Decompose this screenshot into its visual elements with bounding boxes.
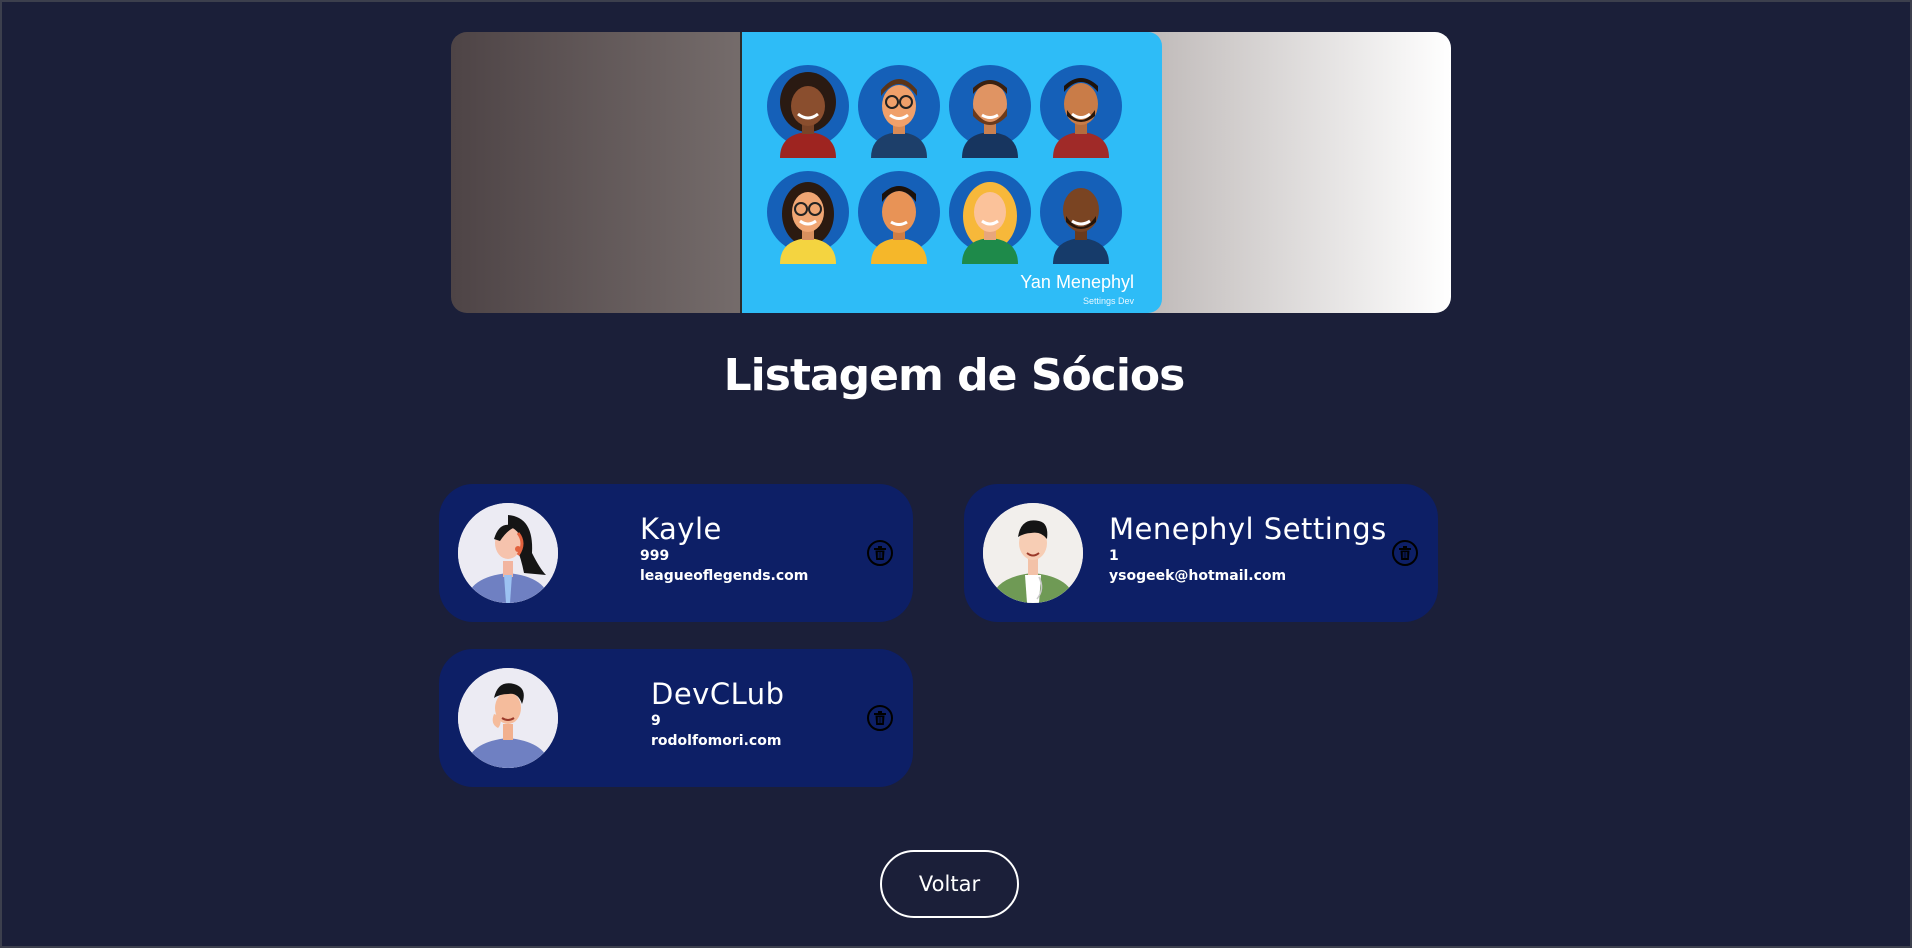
member-info: Menephyl Settings 1 ysogeek@hotmail.com <box>1109 512 1387 586</box>
banner-author-subtitle: Settings Dev <box>1082 296 1134 306</box>
delete-button[interactable] <box>867 705 893 731</box>
trash-icon <box>874 711 886 725</box>
member-info: DevCLub 9 rodolfomori.com <box>651 677 785 751</box>
avatar <box>458 668 558 768</box>
member-email: rodolfomori.com <box>651 733 782 749</box>
member-name: DevCLub <box>651 677 785 711</box>
page-title: Listagem de Sócios <box>723 350 1186 401</box>
member-card: Kayle 999 leagueoflegends.com <box>439 484 913 622</box>
member-number: 1 <box>1109 548 1119 564</box>
member-card: Menephyl Settings 1 ysogeek@hotmail.com <box>964 484 1438 622</box>
banner-avatar-woman-curly <box>766 64 850 158</box>
avatar <box>983 503 1083 603</box>
avatar <box>458 503 558 603</box>
member-card: DevCLub 9 rodolfomori.com <box>439 649 913 787</box>
page-frame: Yan Menephyl Settings Dev Listagem de Só… <box>0 0 1912 948</box>
banner-avatar-grid <box>766 64 1123 266</box>
member-number: 9 <box>651 713 661 729</box>
banner-avatar-man-beard <box>948 64 1032 158</box>
banner-avatar-man-young <box>857 170 941 264</box>
member-number: 999 <box>640 548 670 564</box>
banner-avatar-man-smile <box>1039 64 1123 158</box>
banner-image: Yan Menephyl Settings Dev <box>740 32 1162 313</box>
member-name: Menephyl Settings <box>1109 512 1387 546</box>
banner-avatar-man-glasses <box>857 64 941 158</box>
member-name: Kayle <box>640 512 722 546</box>
member-info: Kayle 999 leagueoflegends.com <box>640 512 808 586</box>
member-email: leagueoflegends.com <box>640 568 809 584</box>
banner-avatar-woman-glasses <box>766 170 850 264</box>
banner-author-name: Yan Menephyl <box>1020 272 1134 292</box>
back-button[interactable]: Voltar <box>880 850 1019 918</box>
trash-icon <box>1399 546 1411 560</box>
banner-avatar-woman-blonde <box>948 170 1032 264</box>
member-email: ysogeek@hotmail.com <box>1109 568 1287 584</box>
delete-button[interactable] <box>867 540 893 566</box>
banner-avatar-man-bald <box>1039 170 1123 264</box>
delete-button[interactable] <box>1392 540 1418 566</box>
header-banner: Yan Menephyl Settings Dev <box>451 32 1451 313</box>
trash-icon <box>874 546 886 560</box>
